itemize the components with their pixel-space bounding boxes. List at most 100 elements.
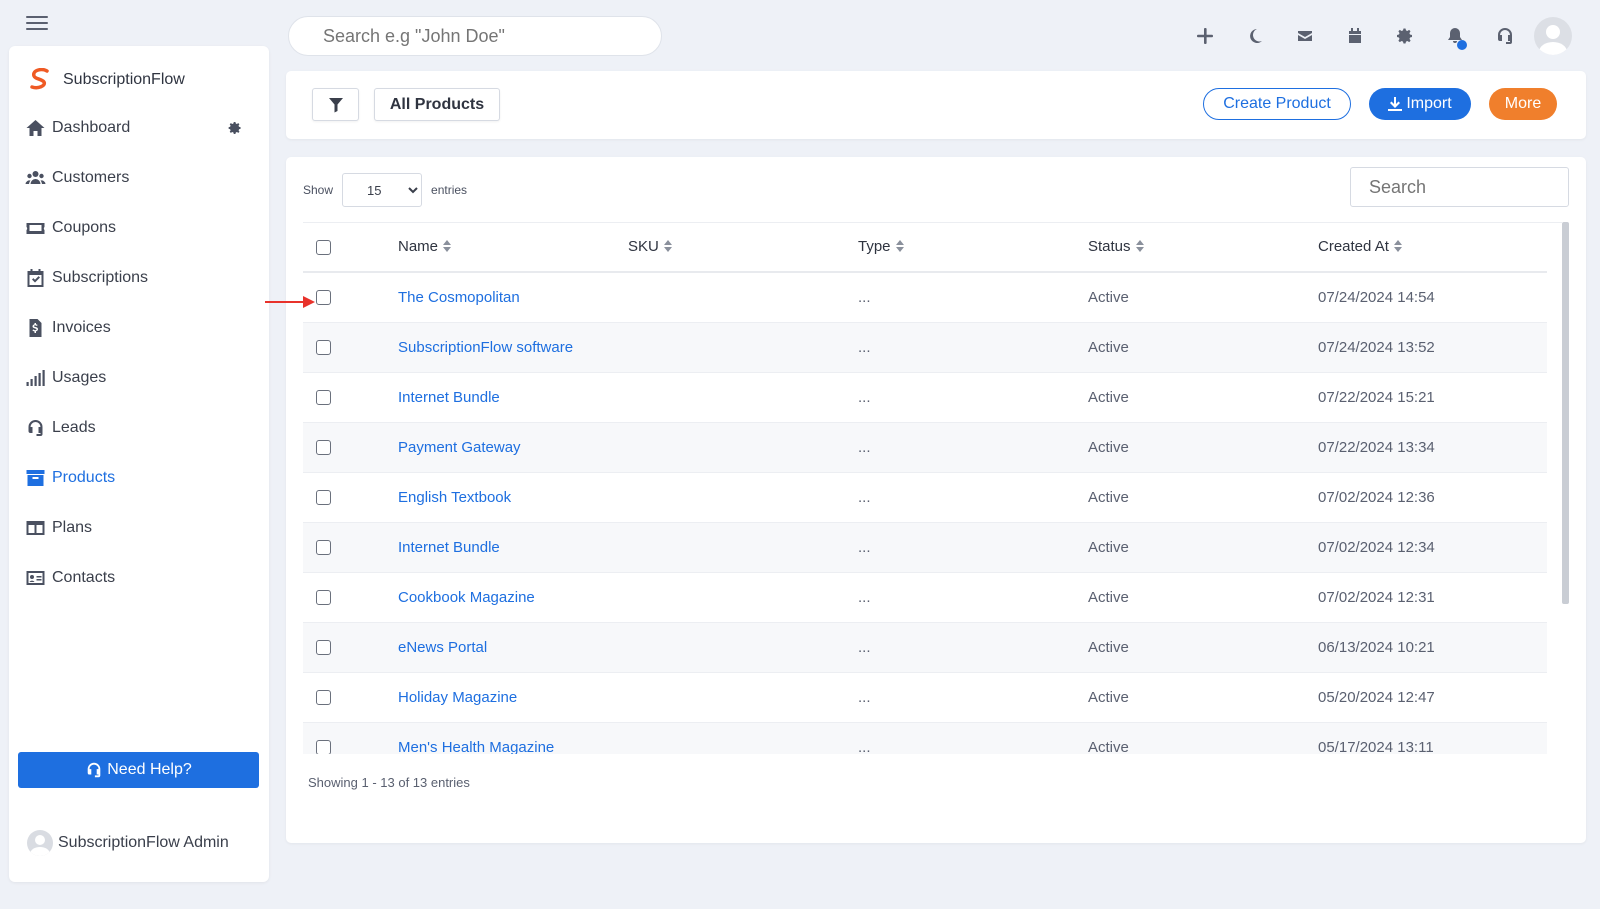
all-products-button[interactable]: All Products (374, 88, 500, 121)
envelope-icon[interactable] (1280, 14, 1330, 58)
sidebar-item-invoices[interactable]: Invoices (25, 303, 253, 353)
table-row[interactable]: Men's Health Magazine... Active 05/17/2024… (303, 722, 1547, 754)
top-toolbar (1180, 14, 1572, 58)
table-row[interactable]: Internet Bundle... Active 07/02/2024 12:34 (303, 522, 1547, 572)
products-toolbar: All Products Create Product Import More (286, 71, 1586, 139)
bell-icon[interactable] (1430, 14, 1480, 58)
type-cell: ... (858, 388, 871, 406)
product-name-link[interactable]: Cookbook Magazine (398, 572, 628, 622)
menu-toggle-icon[interactable] (26, 16, 48, 30)
table-row[interactable]: Payment Gateway... Active 07/22/2024 13:34 (303, 422, 1547, 472)
table-header-row: Name SKU Type Status Created At (303, 223, 1547, 272)
sidebar-item-label: Leads (52, 419, 96, 436)
type-cell: ... (858, 488, 871, 506)
column-header-type[interactable]: Type (858, 223, 1088, 272)
sku-cell (628, 722, 858, 754)
table-scrollbar[interactable] (1562, 222, 1569, 604)
status-cell: Active (1088, 338, 1129, 356)
show-label: Show (303, 183, 334, 197)
checkbox-cell (303, 422, 398, 472)
calendar-icon[interactable] (1330, 14, 1380, 58)
checkbox-cell (303, 572, 398, 622)
row-checkbox[interactable] (316, 340, 331, 356)
row-checkbox[interactable] (316, 290, 331, 306)
sku-cell (628, 422, 858, 472)
row-checkbox[interactable] (316, 490, 331, 506)
table-search-input[interactable] (1350, 167, 1569, 207)
import-button[interactable]: Import (1369, 88, 1471, 120)
sidebar-item-label: Coupons (52, 219, 117, 236)
more-button[interactable]: More (1489, 88, 1557, 120)
row-checkbox[interactable] (316, 590, 331, 606)
product-name-link[interactable]: eNews Portal (398, 622, 628, 672)
select-all-checkbox[interactable] (316, 240, 331, 256)
row-checkbox[interactable] (316, 540, 331, 556)
sku-cell (628, 622, 858, 672)
dashboard-settings-gear-icon[interactable] (227, 120, 243, 136)
column-label: Type (858, 238, 891, 256)
sidebar-item-contacts[interactable]: Contacts (25, 553, 253, 603)
sidebar-item-label: Subscriptions (52, 269, 149, 286)
product-name-link[interactable]: Internet Bundle (398, 372, 628, 422)
table-row[interactable]: SubscriptionFlow software... Active 07/24/… (303, 322, 1547, 372)
row-checkbox[interactable] (316, 740, 331, 754)
need-help-button[interactable]: Need Help? (18, 752, 259, 788)
checkbox-cell (303, 522, 398, 572)
table-row[interactable]: eNews Portal... Active 06/13/2024 10:21 (303, 622, 1547, 672)
sidebar-item-label: Products (52, 469, 116, 486)
sidebar-item-usages[interactable]: Usages (25, 353, 253, 403)
create-product-button[interactable]: Create Product (1203, 88, 1351, 120)
sidebar-item-products[interactable]: Products (25, 453, 253, 503)
row-checkbox[interactable] (316, 640, 331, 656)
table-row[interactable]: Cookbook Magazine... Active 07/02/2024 12:… (303, 572, 1547, 622)
home-icon (26, 120, 45, 136)
gear-icon[interactable] (1380, 14, 1430, 58)
sidebar-item-subscriptions[interactable]: Subscriptions (25, 253, 253, 303)
sku-cell (628, 322, 858, 372)
plus-icon[interactable] (1180, 14, 1230, 58)
brand[interactable]: SubscriptionFlow (27, 68, 185, 92)
row-checkbox[interactable] (316, 440, 331, 456)
admin-profile[interactable]: SubscriptionFlow Admin (27, 830, 229, 856)
user-avatar[interactable] (1534, 17, 1572, 55)
sidebar-item-label: Contacts (52, 569, 116, 586)
status-cell: Active (1088, 638, 1129, 656)
sidebar-item-plans[interactable]: Plans (25, 503, 253, 553)
table-row[interactable]: English Textbook... Active 07/02/2024 12:3… (303, 472, 1547, 522)
column-header-name[interactable]: Name (398, 223, 628, 272)
product-name-link[interactable]: Holiday Magazine (398, 672, 628, 722)
product-name-link[interactable]: Internet Bundle (398, 522, 628, 572)
filter-icon (328, 97, 343, 112)
column-header-status[interactable]: Status (1088, 223, 1318, 272)
table-row[interactable]: Internet Bundle... Active 07/22/2024 15:21 (303, 372, 1547, 422)
table-row[interactable]: The Cosmopolitan... Active 07/24/2024 14:5… (303, 272, 1547, 322)
row-checkbox[interactable] (316, 690, 331, 706)
created-at-cell: 07/24/2024 14:54 (1318, 288, 1435, 306)
row-checkbox[interactable] (316, 390, 331, 406)
sidebar-item-coupons[interactable]: Coupons (25, 203, 253, 253)
column-header-sku[interactable]: SKU (628, 223, 858, 272)
product-name-link[interactable]: SubscriptionFlow software (398, 322, 628, 372)
subscriptionflow-logo-icon (30, 68, 49, 90)
product-name-link[interactable]: English Textbook (398, 472, 628, 522)
columns-icon (26, 521, 45, 535)
product-name-link[interactable]: Payment Gateway (398, 422, 628, 472)
created-at-cell: 07/22/2024 15:21 (1318, 388, 1435, 406)
global-search-input[interactable] (288, 16, 662, 56)
column-header-created-at[interactable]: Created At (1318, 223, 1547, 272)
sidebar-item-label: Customers (52, 169, 130, 186)
entries-select[interactable]: 15 (342, 173, 423, 207)
product-name-link[interactable]: The Cosmopolitan (398, 272, 628, 322)
table-row[interactable]: Holiday Magazine... Active 05/20/2024 12:4… (303, 672, 1547, 722)
moon-icon[interactable] (1230, 14, 1280, 58)
import-label: Import (1406, 95, 1452, 112)
type-cell: ... (858, 638, 871, 656)
sidebar-item-leads[interactable]: Leads (25, 403, 253, 453)
sidebar-item-customers[interactable]: Customers (25, 153, 253, 203)
created-at-cell: 07/02/2024 12:36 (1318, 488, 1435, 506)
filter-button[interactable] (312, 88, 359, 121)
product-name-link[interactable]: Men's Health Magazine (398, 722, 628, 755)
sidebar-item-dashboard[interactable]: Dashboard (25, 103, 253, 153)
table-info: Showing 1 - 13 of 13 entries (308, 775, 470, 790)
headset-icon[interactable] (1480, 14, 1530, 58)
